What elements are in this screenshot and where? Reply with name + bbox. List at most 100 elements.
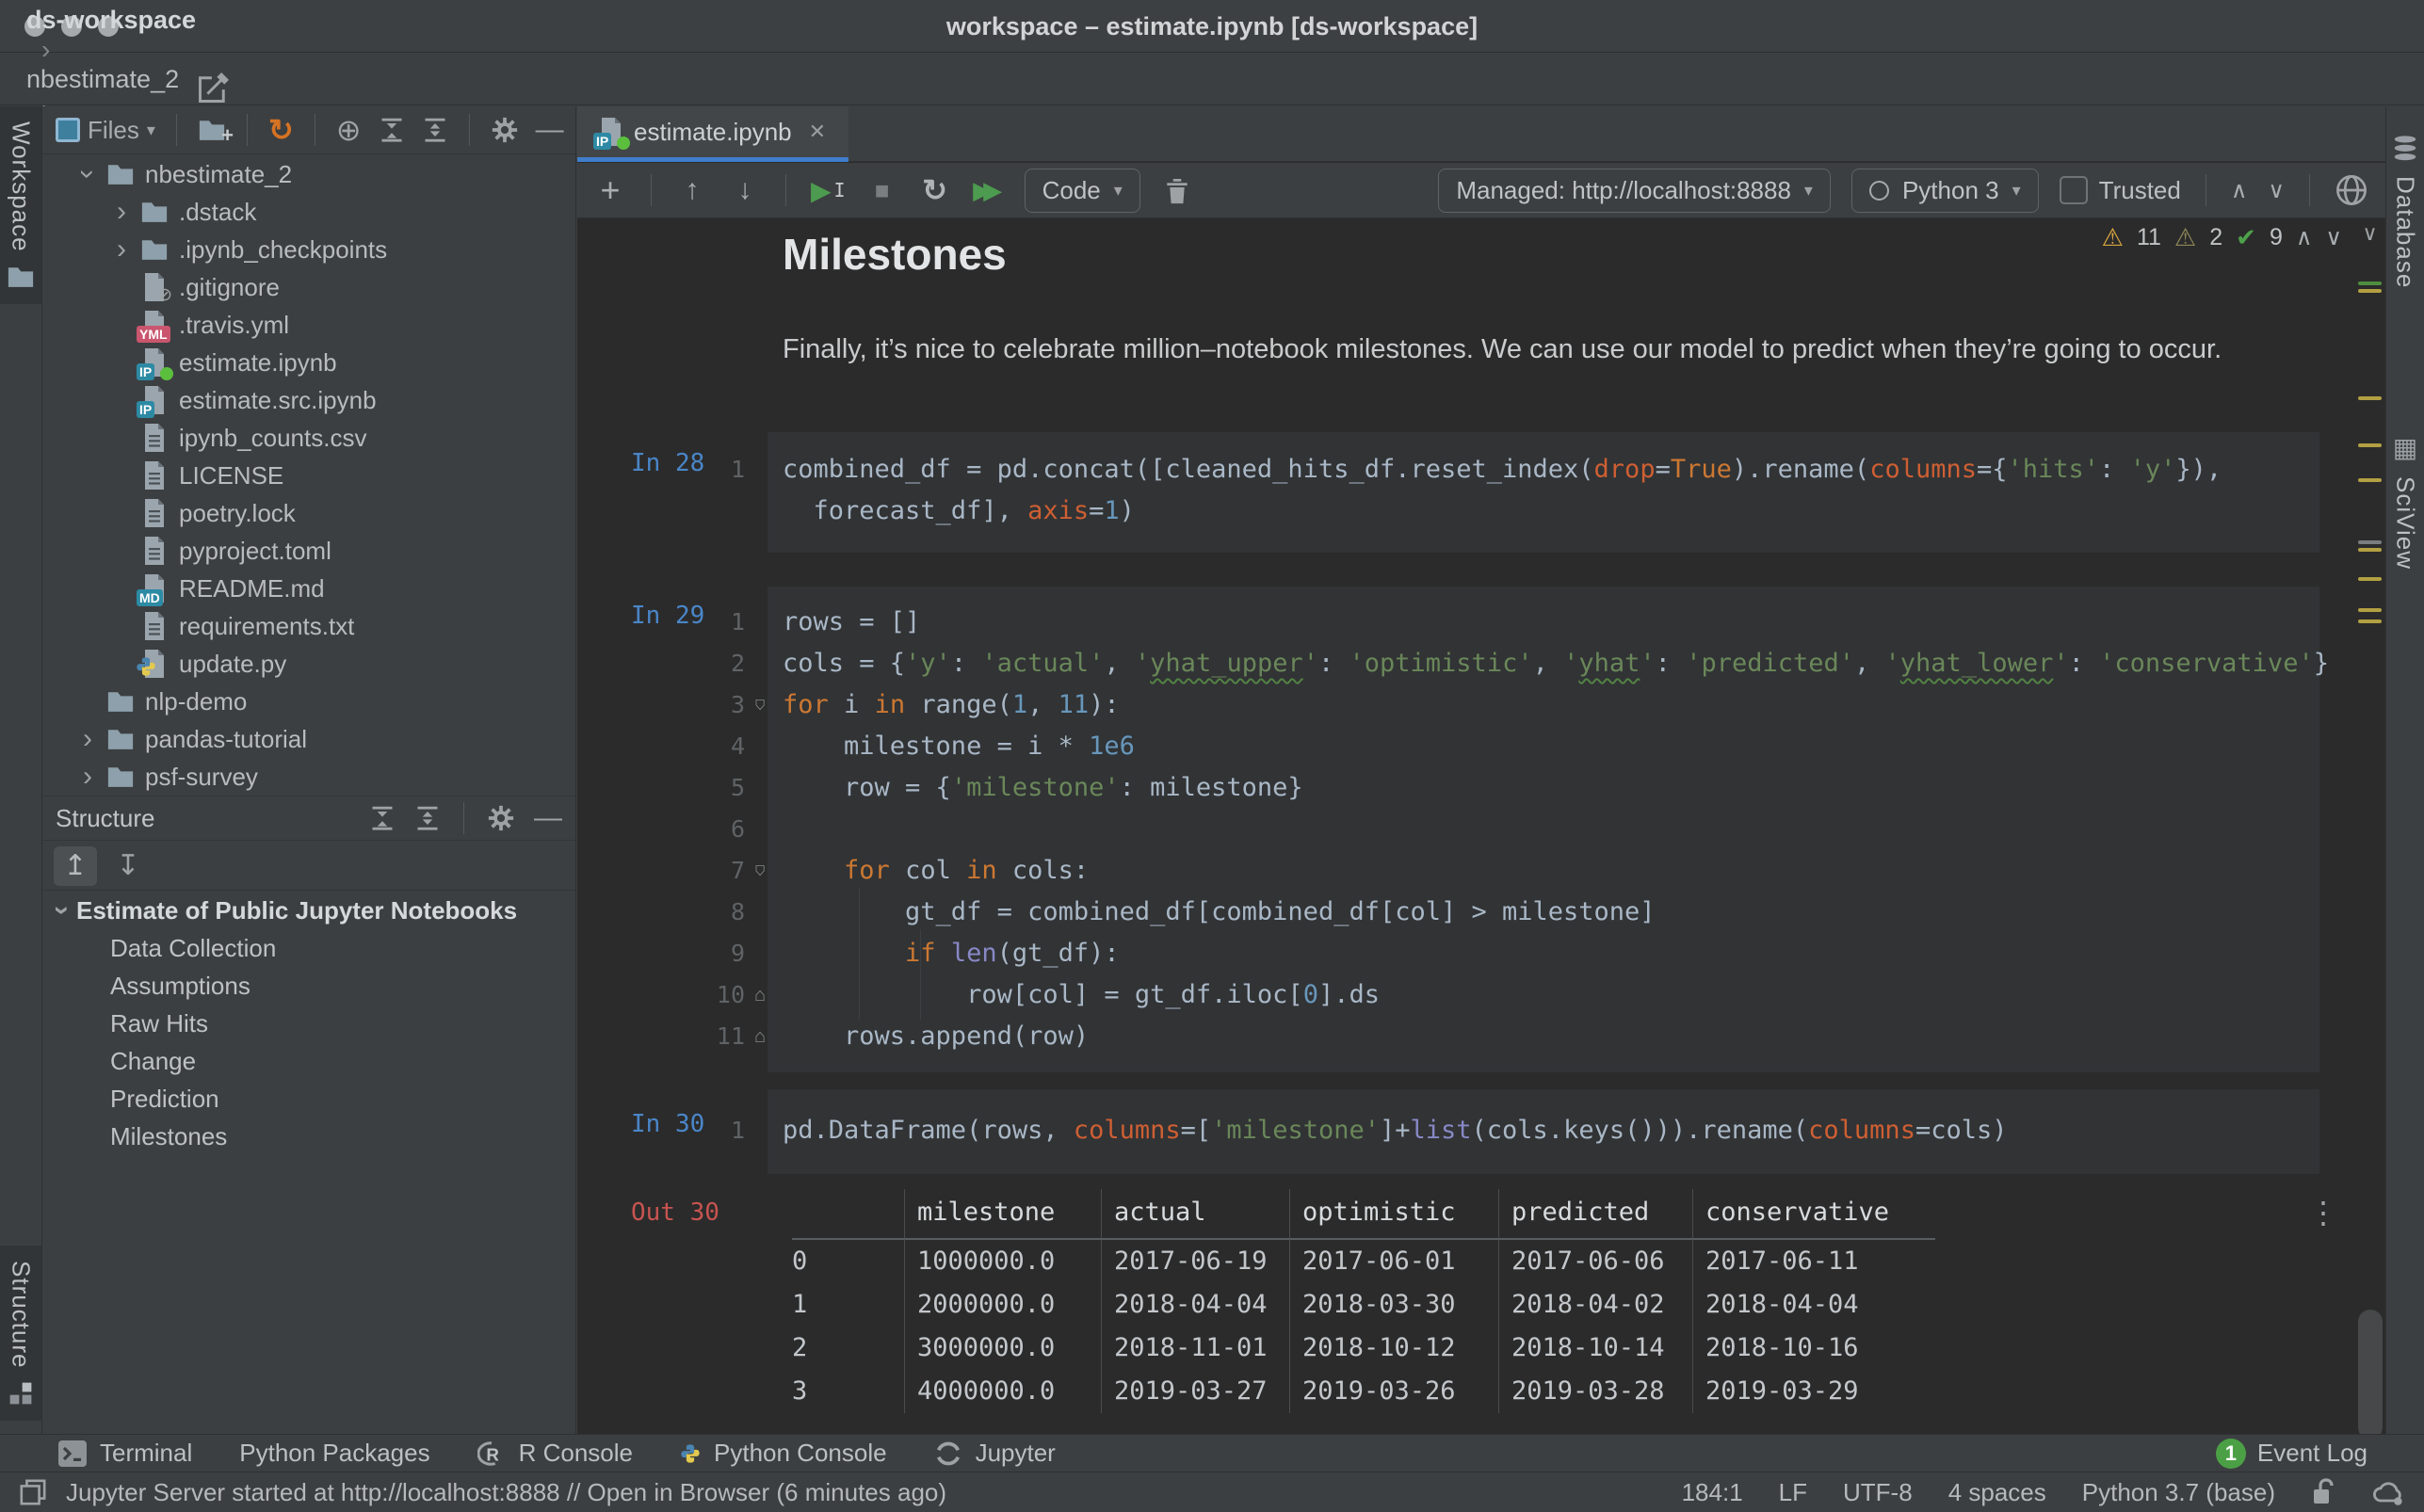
next-cell-icon[interactable]: ∨ xyxy=(2268,177,2285,204)
inspection-stripe-mark[interactable] xyxy=(2358,548,2382,552)
chevron-right-icon[interactable]: › xyxy=(117,234,126,264)
cell-type-select[interactable]: Code ▾ xyxy=(1024,168,1140,213)
hide-button[interactable]: — xyxy=(534,802,562,834)
fold-end-icon[interactable]: ⌂ xyxy=(754,1026,766,1047)
file-tree-item-psf-survey[interactable]: › psf-survey xyxy=(42,758,575,796)
output-options-kebab-icon[interactable]: ⋮ xyxy=(2308,1195,2338,1231)
chevron-right-icon[interactable]: › xyxy=(83,724,92,753)
move-down-button[interactable]: ↓ xyxy=(729,174,761,206)
inspection-stripe-mark[interactable] xyxy=(2358,478,2382,482)
file-tree-item-nlp-demo[interactable]: nlp-demo xyxy=(42,683,575,720)
chevron-down-icon[interactable]: › xyxy=(47,906,78,915)
inspection-stripe-mark[interactable] xyxy=(2358,396,2382,400)
edit-source-icon[interactable] xyxy=(196,72,230,105)
file-tree-item--gitignore[interactable]: ⊘ .gitignore xyxy=(42,268,575,306)
status-message[interactable]: Jupyter Server started at http://localho… xyxy=(66,1478,946,1507)
next-problem-icon[interactable]: ∨ xyxy=(2325,224,2342,251)
trusted-checkbox[interactable]: Trusted xyxy=(2059,176,2181,205)
inspection-stripe-mark[interactable] xyxy=(2358,577,2382,581)
cell-editor[interactable]: pd.DataFrame(rows, columns=['milestone']… xyxy=(768,1089,2319,1174)
expand-all-button[interactable] xyxy=(369,805,396,831)
breadcrumb-item[interactable]: nbestimate_2 xyxy=(26,65,220,94)
collapse-all-button[interactable] xyxy=(414,805,441,831)
cell-editor[interactable]: combined_df = pd.concat([cleaned_hits_df… xyxy=(768,432,2319,553)
file-tree-item--dstack[interactable]: › .dstack xyxy=(42,193,575,231)
file-tree-item--ipynb-checkpoints[interactable]: › .ipynb_checkpoints xyxy=(42,231,575,268)
chevron-right-icon[interactable]: › xyxy=(83,762,92,791)
editor-scrollbar[interactable]: ∨ xyxy=(2354,219,2385,1434)
tool-window-toggle-icon[interactable] xyxy=(19,1478,47,1506)
sort-last-button[interactable]: ↧ xyxy=(106,846,150,886)
unlock-icon[interactable] xyxy=(2311,1478,2335,1506)
expand-all-button[interactable] xyxy=(379,117,405,143)
tool-window-button-terminal[interactable]: Terminal xyxy=(58,1439,192,1468)
tool-window-button-database[interactable]: Database xyxy=(2386,120,2424,303)
fold-end-icon[interactable]: ⌂ xyxy=(754,985,766,1005)
chevron-right-icon[interactable]: › xyxy=(117,197,126,226)
structure-item-assumptions[interactable]: Assumptions xyxy=(42,967,575,1005)
tool-window-button-r-console[interactable]: R R Console xyxy=(477,1439,633,1468)
fold-start-icon[interactable]: ⌂ xyxy=(754,850,766,892)
settings-button[interactable] xyxy=(487,804,515,832)
cell-editor[interactable]: rows = [] cols = {'y': 'actual', 'yhat_up… xyxy=(768,587,2329,1072)
status-caret-position[interactable]: 184:1 xyxy=(1682,1478,1743,1507)
file-tree-item-nbestimate-2[interactable]: › nbestimate_2 xyxy=(42,155,575,193)
server-select[interactable]: Managed: http://localhost:8888 ▾ xyxy=(1438,168,1831,213)
structure-item-data-collection[interactable]: Data Collection xyxy=(42,929,575,967)
tab-estimate-ipynb[interactable]: IP estimate.ipynb ✕ xyxy=(577,106,849,162)
locate-button[interactable]: ⊕ xyxy=(336,112,362,148)
file-tree-item-pandas-tutorial[interactable]: › pandas-tutorial xyxy=(42,720,575,758)
files-view-selector[interactable]: Files ▾ xyxy=(56,116,155,145)
tool-window-button-sciview[interactable]: ▦ SciView xyxy=(2386,417,2424,585)
hide-button[interactable]: — xyxy=(536,114,564,146)
file-tree-item-ipynb-counts-csv[interactable]: ipynb_counts.csv xyxy=(42,419,575,457)
move-up-button[interactable]: ↑ xyxy=(676,174,708,206)
kernel-select[interactable]: Python 3 ▾ xyxy=(1850,168,2039,213)
open-in-browser-icon[interactable] xyxy=(2335,173,2368,207)
file-tree-item-estimate-ipynb[interactable]: IP estimate.ipynb xyxy=(42,344,575,381)
file-tree-item-requirements-txt[interactable]: requirements.txt xyxy=(42,607,575,645)
settings-button[interactable] xyxy=(491,116,519,144)
code-cell-in-28[interactable]: In 28 1 combined_df = pd.concat([cleaned_h… xyxy=(577,432,2354,553)
tool-window-button-python-packages[interactable]: Python Packages xyxy=(239,1439,429,1468)
restart-kernel-button[interactable]: ↻ xyxy=(919,172,951,208)
sort-first-button[interactable]: ↥ xyxy=(54,845,97,886)
status-line-ending[interactable]: LF xyxy=(1779,1478,1807,1507)
cloud-settings-icon[interactable] xyxy=(2371,1478,2405,1506)
file-tree-item-estimate-src-ipynb[interactable]: IP estimate.src.ipynb xyxy=(42,381,575,419)
structure-item-prediction[interactable]: Prediction xyxy=(42,1080,575,1118)
status-indent-style[interactable]: 4 spaces xyxy=(1948,1478,2046,1507)
file-tree-item-poetry-lock[interactable]: poetry.lock xyxy=(42,494,575,532)
sync-button[interactable]: ↻ xyxy=(268,112,294,148)
inspections-widget[interactable]: ⚠ 11 ⚠ 2 ✔ 9 ∧ ∨ xyxy=(2102,223,2342,252)
inspection-stripe-mark[interactable] xyxy=(2358,540,2382,544)
code-cell-in-30[interactable]: In 30 1 pd.DataFrame(rows, columns=['miles… xyxy=(577,1089,2354,1174)
structure-item-milestones[interactable]: Milestones xyxy=(42,1118,575,1155)
tool-window-button-workspace[interactable]: Workspace xyxy=(0,106,41,304)
chevron-down-icon[interactable]: › xyxy=(73,169,104,179)
inspection-stripe-mark[interactable] xyxy=(2358,443,2382,447)
inspection-stripe-mark[interactable] xyxy=(2358,619,2382,623)
inspection-stripe-mark[interactable] xyxy=(2358,289,2382,293)
inspection-stripe-mark[interactable] xyxy=(2358,281,2382,285)
tool-window-button-jupyter[interactable]: Jupyter xyxy=(934,1439,1056,1468)
code-cell-in-29[interactable]: In 29 1 2 3 4 5 6 7 8 9 10 11 ⌂ ⌂ ⌂ ⌂ rows = [] cols = {'… xyxy=(577,587,2354,1072)
close-tab-icon[interactable]: ✕ xyxy=(809,120,826,144)
add-cell-button[interactable]: + xyxy=(594,170,626,210)
notebook-content[interactable]: ⚠ 11 ⚠ 2 ✔ 9 ∧ ∨ Milestones Finally, it’… xyxy=(577,219,2385,1434)
file-tree-item--travis-yml[interactable]: YML .travis.yml xyxy=(42,306,575,344)
inspection-stripe-mark[interactable] xyxy=(2358,608,2382,612)
run-all-button[interactable]: ▶▶ xyxy=(972,176,1004,205)
event-log-button[interactable]: 1 Event Log xyxy=(2215,1438,2367,1469)
fold-start-icon[interactable]: ⌂ xyxy=(754,684,766,726)
structure-item-change[interactable]: Change xyxy=(42,1042,575,1080)
status-interpreter[interactable]: Python 3.7 (base) xyxy=(2082,1478,2275,1507)
status-file-encoding[interactable]: UTF-8 xyxy=(1843,1478,1913,1507)
previous-cell-icon[interactable]: ∧ xyxy=(2231,177,2248,204)
structure-item-raw-hits[interactable]: Raw Hits xyxy=(42,1005,575,1042)
stop-button[interactable]: ■ xyxy=(866,176,898,205)
run-cell-button[interactable]: ▶ I xyxy=(811,175,846,206)
breadcrumb-item[interactable]: ds-workspace xyxy=(26,6,220,35)
add-folder-button[interactable]: + xyxy=(198,119,234,147)
collapse-all-button[interactable] xyxy=(422,117,448,143)
